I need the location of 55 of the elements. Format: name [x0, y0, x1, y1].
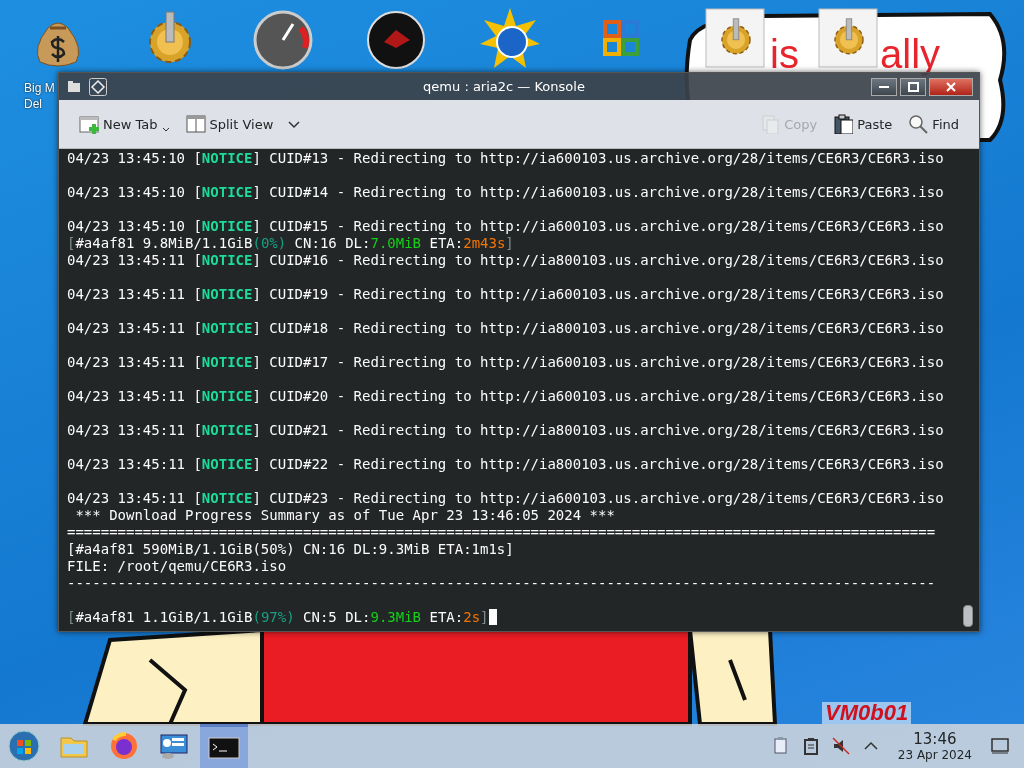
wallpaper-text: ally [880, 34, 941, 74]
terminal-line: 04/23 13:45:10 [NOTICE] CUID#14 - Redirecting to http://ia600103.us.archive.org/28/items/CE6R3/CE6R3.iso [67, 184, 945, 201]
windows-logo-icon [8, 730, 40, 762]
gauge-icon[interactable] [253, 8, 313, 70]
terminal-line: 04/23 13:45:11 [NOTICE] CUID#18 - Redirecting to http://ia800103.us.archive.org/28/items/CE6R3/CE6R3.iso [67, 320, 945, 337]
terminal-line: 04/23 13:45:11 [NOTICE] CUID#21 - Redirecting to http://ia800103.us.archive.org/28/items/CE6R3/CE6R3.iso [67, 422, 945, 439]
minimize-button[interactable] [871, 77, 897, 96]
taskbar-app-button[interactable] [200, 724, 248, 768]
terminal-line: ======================================================================================================= [67, 524, 937, 541]
scrollbar-thumb[interactable] [963, 605, 973, 627]
maximize-icon [907, 81, 919, 92]
clock-time[interactable]: 13:46 [913, 730, 957, 748]
wallpaper-text: VM0b01 [822, 702, 912, 724]
speaker-muted-icon[interactable] [831, 737, 850, 755]
minimize-icon [879, 85, 889, 88]
terminal-line: 04/23 13:45:10 [NOTICE] CUID#15 - Redirecting to http://ia600103.us.archive.org/28/items/CE6R3/CE6R3.iso [67, 218, 945, 235]
gear-tile-icon[interactable] [818, 8, 878, 70]
terminal-line: [#a4af81 1.1GiB/1.1GiB(97%) CN:5 DL:9.3MiB ETA:2s] [67, 609, 961, 626]
terminal-line: [#a4af81 590MiB/1.1GiB(50%) CN:16 DL:9.3MiB ETA:1m1s] [67, 541, 515, 558]
split-view-button[interactable]: Split View [181, 111, 278, 137]
clipboard-icon[interactable] [801, 737, 820, 755]
desktop-icon [990, 736, 1010, 756]
copy-icon [760, 114, 781, 134]
wallpaper-text: is [770, 34, 799, 74]
caret-icon [161, 127, 170, 133]
window-title: qemu : aria2c — Konsole [422, 79, 586, 94]
close-button[interactable] [929, 77, 973, 96]
clock-date[interactable]: 23 Apr 2024 [897, 747, 972, 762]
search-icon [908, 114, 929, 134]
paste-button[interactable]: Paste [829, 111, 897, 137]
icon-label[interactable]: Big M Del [24, 80, 55, 112]
terminal-line: 04/23 13:45:10 [NOTICE] CUID#13 - Redirecting to http://ia600103.us.archive.org/28/items/CE6R3/CE6R3.iso [67, 150, 945, 167]
terminal-line: *** Download Progress Summary as of Tue Apr 23 13:46:05 2024 *** [74, 507, 616, 524]
maximize-button[interactable] [900, 77, 926, 96]
split-view-icon [185, 114, 206, 134]
terminal-line: 04/23 13:45:11 [NOTICE] CUID#19 - Redirecting to http://ia600103.us.archive.org/28/items/CE6R3/CE6R3.iso [67, 286, 945, 303]
terminal-line: 04/23 13:45:11 [NOTICE] CUID#20 - Redirecting to http://ia600103.us.archive.org/28/items/CE6R3/CE6R3.iso [67, 388, 945, 405]
gear-tile-icon[interactable] [705, 8, 765, 70]
terminal-line: 04/23 13:45:11 [NOTICE] CUID#23 - Redirecting to http://ia600103.us.archive.org/28/items/CE6R3/CE6R3.iso [67, 490, 945, 507]
disc-icon[interactable] [366, 8, 426, 70]
terminal-line: [#a4af81 9.8MiB/1.1GiB(0%) CN:16 DL:7.0MiB ETA:2m43s] [67, 235, 515, 252]
close-icon [946, 81, 956, 92]
terminal-line: 04/23 13:45:11 [NOTICE] CUID#22 - Redirecting to http://ia800103.us.archive.org/28/items/CE6R3/CE6R3.iso [67, 456, 945, 473]
paste-icon [833, 114, 854, 134]
terminal-line: ------------------------------------------------------------------------------------------------------- [67, 575, 937, 592]
document-icon[interactable] [771, 737, 790, 755]
browser-icon [108, 730, 140, 762]
chevron-down-icon [287, 119, 302, 129]
new-tab-icon [79, 114, 99, 134]
find-button[interactable]: Find [904, 111, 963, 137]
terminal-line: 04/23 13:45:11 [NOTICE] CUID#17 - Redirecting to http://ia600103.us.archive.org/28/items/CE6R3/CE6R3.iso [67, 354, 945, 371]
sun-globe-icon[interactable] [480, 8, 540, 70]
terminal-line: FILE: /root/qemu/CE6R3.iso [67, 558, 288, 575]
terminal-line: 04/23 13:45:11 [NOTICE] CUID#16 - Redirecting to http://ia800103.us.archive.org/28/items/CE6R3/CE6R3.iso [67, 252, 945, 269]
new-tab-button[interactable]: New Tab [75, 111, 174, 137]
